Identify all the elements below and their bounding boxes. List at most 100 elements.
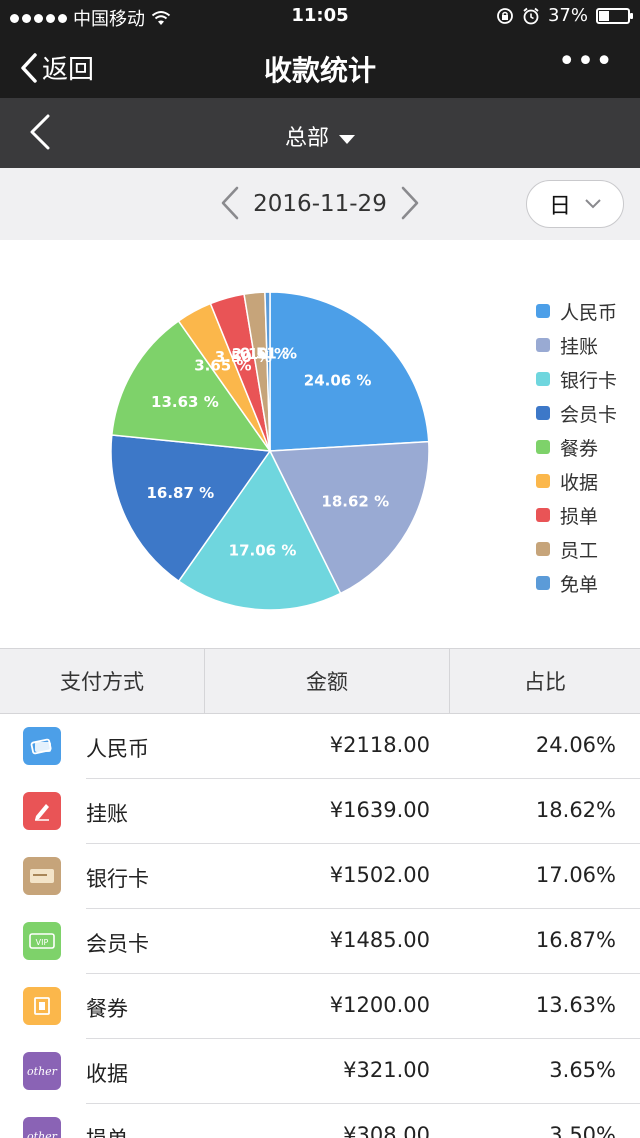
chevron-right-icon (401, 186, 419, 220)
alarm-icon (523, 7, 539, 24)
table-row[interactable]: 人民币 ¥2118.00 24.06% (0, 714, 640, 779)
back-button[interactable]: 返回 (20, 49, 94, 86)
legend-item: 人民币 (536, 294, 617, 328)
table-row[interactable]: 挂账 ¥1639.00 18.62% (0, 779, 640, 844)
payment-percentage: 16.87% (535, 928, 616, 952)
payment-amount: ¥1639.00 (329, 798, 430, 822)
legend-label: 收据 (560, 471, 599, 494)
pencil-icon (23, 792, 61, 830)
payment-method-name: 挂账 (86, 802, 128, 826)
payment-method-name: 人民币 (86, 737, 149, 761)
legend-label: 员工 (560, 539, 599, 562)
payment-amount: ¥308.00 (343, 1123, 430, 1138)
table-header: 支付方式 金额 占比 (0, 648, 640, 714)
battery-percent: 37% (547, 5, 588, 26)
payment-method-name: 餐券 (86, 997, 128, 1021)
pie-chart-area: 24.06 % 18.62 % 17.06 % 16.87 % 13.63 % 3.65 … (0, 240, 640, 648)
pie-data-label: 18.62 % (321, 492, 389, 510)
payment-percentage: 13.63% (535, 993, 616, 1017)
payment-amount: ¥1200.00 (329, 993, 430, 1017)
chevron-left-icon (221, 186, 239, 220)
pie-data-label: 24.06 % (304, 371, 372, 389)
payment-percentage: 17.06% (535, 863, 616, 887)
other-icon: other (23, 1052, 61, 1090)
payment-percentage: 3.50% (549, 1123, 616, 1138)
legend-item: 免单 (536, 566, 617, 600)
status-bar: 中国移动 11:05 37% (0, 0, 640, 32)
table-row[interactable]: other 损单 ¥308.00 3.50% (0, 1104, 640, 1138)
payment-method-name: 银行卡 (86, 867, 149, 891)
payment-amount: ¥321.00 (343, 1058, 430, 1082)
legend-swatch (536, 576, 550, 590)
payment-percentage: 24.06% (535, 733, 616, 757)
store-selector[interactable]: 总部 (0, 120, 640, 152)
payment-method-name: 会员卡 (86, 932, 149, 956)
legend-label: 会员卡 (560, 403, 618, 426)
legend-label: 免单 (560, 573, 599, 596)
payment-amount: ¥1485.00 (329, 928, 430, 952)
icon-text: other (27, 1129, 57, 1138)
legend-label: 餐券 (560, 437, 599, 460)
legend-item: 损单 (536, 498, 617, 532)
legend-swatch (536, 440, 550, 454)
legend-item: 员工 (536, 532, 617, 566)
table-row[interactable]: 餐券 ¥1200.00 13.63% (0, 974, 640, 1039)
pie-data-label: 17.06 % (229, 541, 297, 559)
payment-amount: ¥2118.00 (329, 733, 430, 757)
current-date: 2016-11-29 (253, 191, 387, 217)
rotation-lock-icon (497, 7, 513, 24)
pie-data-label: 0.51 % (240, 344, 297, 362)
legend-item: 收据 (536, 464, 617, 498)
battery-icon (596, 7, 633, 24)
cash-icon (23, 727, 61, 765)
table-row[interactable]: 银行卡 ¥1502.00 17.06% (0, 844, 640, 909)
next-date-button[interactable] (400, 186, 420, 224)
pie-chart: 24.06 %18.62 %17.06 %16.87 %13.63 %3.65 … (110, 291, 430, 611)
legend-swatch (536, 474, 550, 488)
header-percentage: 占比 (449, 649, 640, 713)
meal-ticket-icon (23, 987, 61, 1025)
legend-swatch (536, 372, 550, 386)
prev-date-button[interactable] (220, 186, 240, 224)
table-row[interactable]: VIP 会员卡 ¥1485.00 16.87% (0, 909, 640, 974)
payment-table: 人民币 ¥2118.00 24.06% 挂账 ¥1639.00 18.62% 银行卡 ¥150… (0, 714, 640, 1138)
store-bar: 总部 (0, 98, 640, 168)
period-value: 日 (548, 194, 571, 219)
store-name: 总部 (284, 126, 329, 151)
payment-amount: ¥1502.00 (329, 863, 430, 887)
legend-label: 银行卡 (560, 369, 618, 392)
icon-text: other (27, 1064, 57, 1078)
page-title: 收款统计 (263, 54, 376, 87)
vip-card-icon: VIP (23, 922, 61, 960)
chevron-left-icon (21, 52, 37, 83)
payment-percentage: 18.62% (535, 798, 616, 822)
more-button[interactable]: ••• (558, 47, 614, 77)
table-row[interactable]: other 收据 ¥321.00 3.65% (0, 1039, 640, 1104)
pie-data-label: 16.87 % (146, 484, 214, 502)
legend-item: 银行卡 (536, 362, 617, 396)
legend-swatch (536, 406, 550, 420)
legend-swatch (536, 304, 550, 318)
header-payment-method: 支付方式 (60, 670, 144, 694)
pie-data-label: 13.63 % (151, 393, 219, 411)
svg-text:VIP: VIP (36, 938, 49, 947)
battery-fill (599, 10, 610, 21)
status-right: 37% (496, 5, 633, 26)
legend-item: 挂账 (536, 328, 617, 362)
legend-swatch (536, 338, 550, 352)
back-label: 返回 (42, 55, 95, 85)
caret-down-icon (339, 134, 355, 144)
other-icon: other (23, 1117, 61, 1138)
legend-swatch (536, 508, 550, 522)
legend-label: 挂账 (560, 335, 599, 358)
header-amount: 金额 (204, 649, 449, 713)
payment-method-name: 损单 (86, 1123, 128, 1138)
legend-swatch (536, 542, 550, 556)
legend-label: 人民币 (560, 301, 618, 324)
bank-card-icon (23, 857, 61, 895)
period-dropdown[interactable]: 日 (526, 180, 624, 228)
chart-legend: 人民币挂账银行卡会员卡餐券收据损单员工免单 (536, 294, 617, 600)
date-bar: 2016-11-29 日 (0, 168, 640, 240)
legend-item: 会员卡 (536, 396, 617, 430)
legend-item: 餐券 (536, 430, 617, 464)
